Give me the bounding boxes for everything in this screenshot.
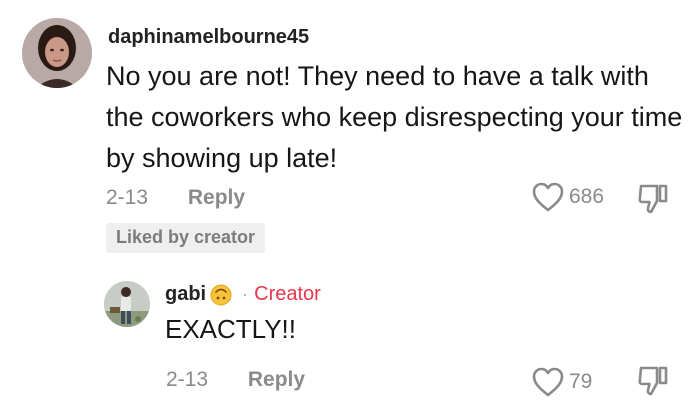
comment-date: 2-13 xyxy=(106,186,149,209)
reply-avatar[interactable] xyxy=(104,281,150,327)
reply-user-photo xyxy=(104,281,150,327)
reply-like-button[interactable]: 79 xyxy=(531,366,592,398)
reply-reply-button[interactable]: Reply xyxy=(248,368,305,391)
reply-header: gabi · Creator xyxy=(165,283,321,306)
creator-tag: Creator xyxy=(254,283,321,305)
avatar[interactable] xyxy=(22,18,92,88)
upside-down-face-emoji xyxy=(210,284,232,305)
user-photo xyxy=(22,18,92,88)
heart-outline-icon xyxy=(532,182,564,212)
reply-like-count: 79 xyxy=(569,370,593,393)
thumbs-down-outline-icon xyxy=(638,184,668,214)
like-button[interactable]: 686 xyxy=(531,181,604,213)
comment-thread: daphinamelbourne45 No you are not! They … xyxy=(0,0,700,404)
heart-outline-icon xyxy=(532,367,564,397)
reply-dislike-button[interactable] xyxy=(636,364,670,403)
comment-meta: 2-13 Reply xyxy=(106,186,245,210)
liked-by-creator-badge: Liked by creator xyxy=(106,223,266,253)
reply-button[interactable]: Reply xyxy=(188,186,245,209)
thumbs-down-outline-icon xyxy=(638,366,668,396)
separator-dot: · xyxy=(242,284,249,304)
reply-text: EXACTLY!! xyxy=(165,314,297,344)
comment-text: No you are not! They need to have a talk… xyxy=(106,61,683,173)
reply-date: 2-13 xyxy=(166,368,209,391)
reply-username[interactable]: gabi xyxy=(165,283,206,306)
comment-username[interactable]: daphinamelbourne45 xyxy=(108,26,309,49)
like-count: 686 xyxy=(569,185,605,208)
reply-meta: 2-13 Reply xyxy=(166,368,305,392)
dislike-button[interactable] xyxy=(636,182,670,221)
